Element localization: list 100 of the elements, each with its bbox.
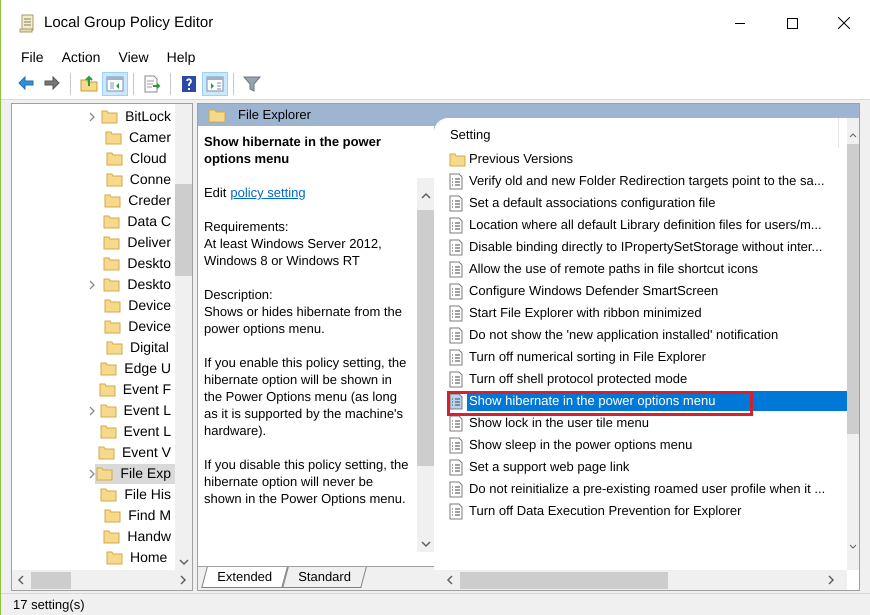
menu-item[interactable]: Action: [54, 46, 108, 68]
status-text: 17 setting(s): [13, 596, 85, 614]
tree-item[interactable]: Deskto: [102, 274, 175, 294]
setting-row[interactable]: Location where all default Library definition files for users/m...: [467, 215, 847, 235]
horizontal-scrollbar[interactable]: [434, 570, 847, 590]
folder-icon: [100, 424, 117, 439]
setting-row[interactable]: Show sleep in the power options menu: [467, 435, 847, 455]
scrollbar-thumb[interactable]: [417, 210, 434, 466]
pane-header: File Explorer: [238, 106, 311, 124]
tree-item[interactable]: File Exp: [95, 464, 175, 484]
tree-item[interactable]: Digital: [105, 338, 173, 358]
setting-row[interactable]: Disable binding directly to IPropertySetStorage without inter...: [467, 237, 847, 257]
filter-icon: [243, 74, 261, 92]
pane-toggle-button[interactable]: [102, 72, 128, 96]
pane-toggle-icon: [106, 74, 124, 92]
policy-icon: [449, 502, 463, 520]
scrollbar-thumb[interactable]: [460, 572, 668, 588]
folder-icon: [100, 361, 118, 376]
setting-row[interactable]: Do not show the 'new application installed' notification: [467, 325, 847, 345]
tree-item[interactable]: File His: [99, 484, 175, 504]
policy-icon: [449, 282, 463, 300]
folder-up-icon: [80, 74, 98, 92]
folder-icon: [104, 298, 122, 313]
setting-row[interactable]: Show lock in the user tile menu: [467, 413, 847, 433]
folder-icon: [104, 130, 122, 145]
menu-item[interactable]: View: [110, 46, 157, 68]
vertical-scrollbar[interactable]: [847, 118, 859, 570]
tree-item[interactable]: Cloud: [105, 148, 171, 168]
setting-row[interactable]: Turn off Data Execution Prevention for Explorer: [467, 501, 847, 521]
scrollbar-thumb[interactable]: [847, 144, 859, 434]
column-header[interactable]: Setting: [450, 124, 490, 144]
setting-row[interactable]: Turn off numerical sorting in File Explorer: [467, 347, 847, 367]
setting-row[interactable]: Allow the use of remote paths in file shortcut icons: [467, 259, 847, 279]
expand-chevron-icon[interactable]: [89, 280, 95, 290]
policy-icon: [449, 194, 463, 212]
policy-icon: [449, 436, 463, 454]
tree-item[interactable]: BitLock: [100, 106, 175, 126]
folder-icon: [104, 319, 122, 334]
policy-icon: [449, 172, 463, 190]
vertical-scrollbar[interactable]: [175, 104, 192, 570]
menu-item[interactable]: File: [13, 46, 52, 68]
edit-label: Edit: [204, 184, 226, 201]
export-list-icon: [143, 74, 161, 92]
tree-item[interactable]: Event L: [98, 422, 175, 442]
help-icon: [180, 74, 198, 92]
back-arrow-icon: [17, 74, 35, 92]
policy-icon: [449, 326, 463, 344]
policy-setting-link[interactable]: policy setting: [230, 184, 306, 201]
folder-icon: [208, 108, 226, 122]
tree-item[interactable]: Creder: [103, 190, 175, 210]
scrollbar-thumb[interactable]: [175, 184, 192, 276]
view-tab[interactable]: Extended: [201, 567, 288, 588]
setting-row[interactable]: Set a default associations configuration file: [467, 193, 847, 213]
minimize-icon: [735, 22, 745, 24]
extended-view-button[interactable]: [202, 72, 228, 96]
folder-icon: [98, 382, 116, 397]
menu-item[interactable]: Help: [158, 46, 204, 68]
tree-item[interactable]: Data C: [102, 212, 175, 232]
tree-item[interactable]: Home: [105, 548, 172, 568]
expand-chevron-icon[interactable]: [89, 112, 95, 122]
policy-icon: [449, 238, 463, 256]
expand-chevron-icon[interactable]: [89, 468, 95, 478]
tree-item[interactable]: Event F: [98, 380, 175, 400]
setting-row[interactable]: Configure Windows Defender SmartScreen: [467, 281, 847, 301]
extended-view-icon: [206, 74, 224, 92]
folder-icon: [106, 151, 123, 166]
close-icon: [838, 17, 850, 29]
tree-item[interactable]: Deliver: [102, 232, 175, 252]
tree-item[interactable]: Conne: [104, 170, 175, 190]
scrollbar-thumb[interactable]: [31, 572, 71, 588]
tree-item[interactable]: Edge U: [99, 358, 175, 378]
folder-icon: [96, 466, 114, 481]
tree-item[interactable]: Device: [103, 296, 175, 316]
horizontal-scrollbar[interactable]: [12, 570, 192, 590]
tree-item[interactable]: Deskto: [102, 254, 175, 274]
setting-row[interactable]: Set a support web page link: [467, 457, 847, 477]
policy-icon: [449, 216, 463, 234]
tree-item[interactable]: Handw: [102, 526, 175, 546]
tree-item[interactable]: Event V: [96, 442, 175, 462]
setting-row[interactable]: Previous Versions: [467, 149, 847, 169]
folder-icon: [103, 256, 120, 271]
tree-item[interactable]: Device: [103, 316, 175, 336]
folder-icon: [104, 508, 122, 523]
tree-item[interactable]: Camer: [104, 128, 175, 148]
description-paragraph: Requirements: At least Windows Server 2012, Windows 8 or Windows RT: [204, 218, 383, 269]
view-tab[interactable]: Standard: [282, 567, 367, 588]
setting-row[interactable]: Start File Explorer with ribbon minimized: [467, 303, 847, 323]
setting-row[interactable]: Verify old and new Folder Redirection targets point to the sa...: [467, 171, 847, 191]
vertical-scrollbar[interactable]: [417, 178, 434, 552]
policy-icon: [449, 414, 463, 432]
setting-row[interactable]: Do not reinitialize a pre-existing roamed user profile when it ...: [467, 479, 847, 499]
expand-chevron-icon[interactable]: [89, 406, 95, 416]
setting-row[interactable]: Turn off shell protocol protected mode: [467, 369, 847, 389]
folder-icon: [106, 550, 123, 565]
tree-item[interactable]: Find M: [103, 506, 175, 526]
folder-icon: [104, 193, 122, 208]
tree-item[interactable]: Event L: [98, 400, 175, 420]
folder-icon: [449, 152, 466, 166]
window-title: Local Group Policy Editor: [44, 12, 214, 33]
folder-icon: [103, 214, 120, 229]
